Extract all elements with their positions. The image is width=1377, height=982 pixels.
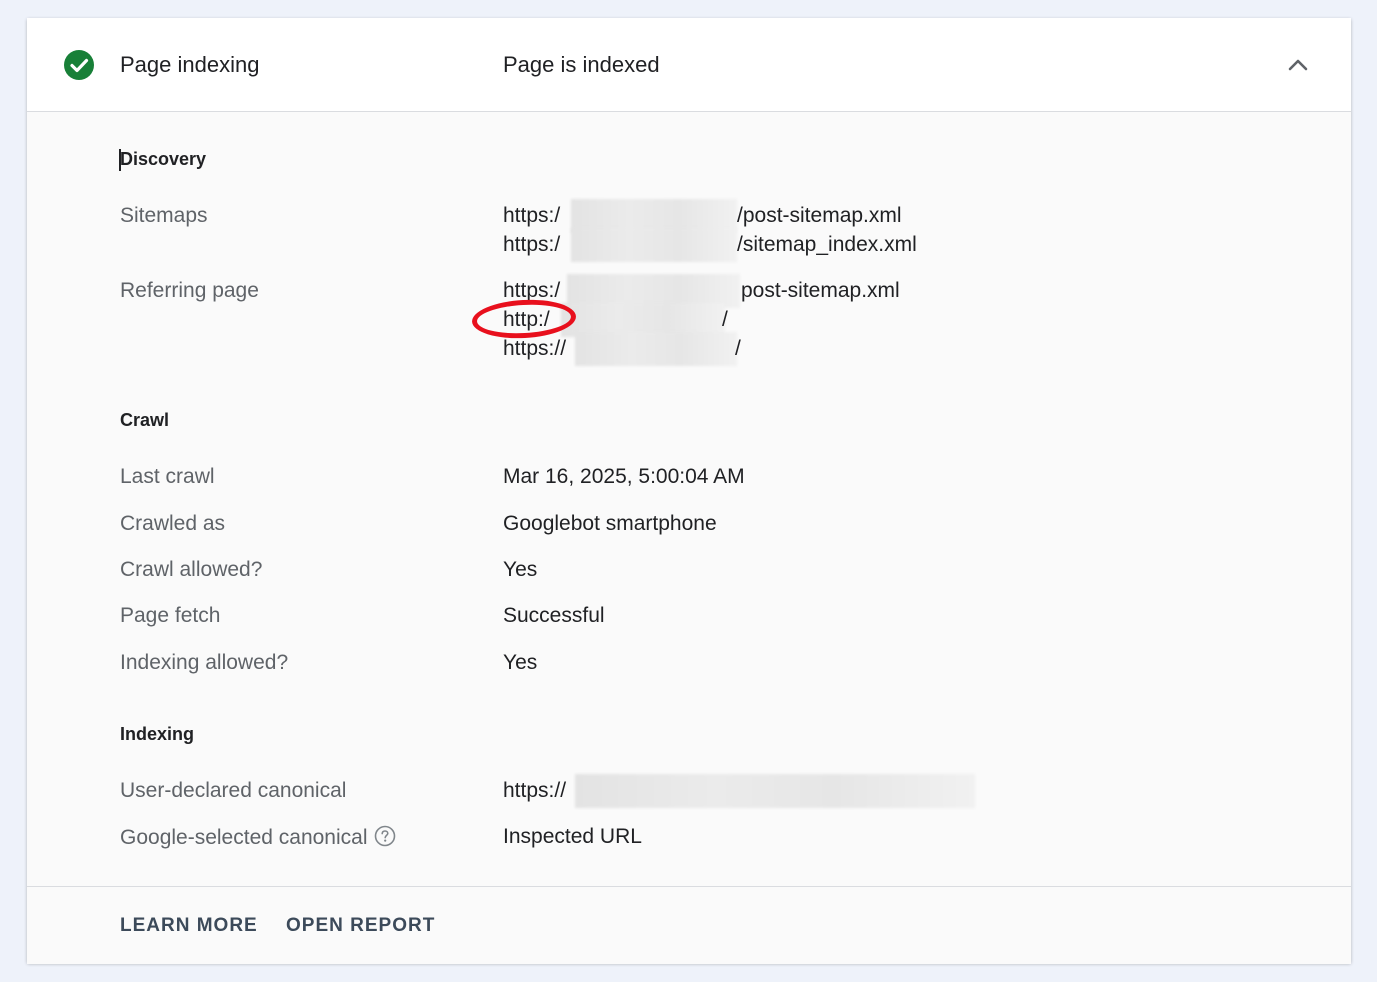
learn-more-button[interactable]: LEARN MORE — [120, 915, 258, 937]
section-title-indexing: Indexing — [120, 724, 195, 744]
help-circle-icon[interactable] — [374, 825, 396, 847]
section-title-crawl: Crawl — [120, 410, 170, 430]
indexing-allowed-label: Indexing allowed? — [120, 651, 289, 674]
crawl-allowed-value: Yes — [503, 558, 538, 581]
google-canonical-value: Inspected URL — [503, 825, 642, 848]
url-prefix: https:// — [503, 779, 567, 802]
card-footer: LEARN MORE OPEN REPORT — [27, 886, 1351, 964]
url-prefix: https:/ — [503, 204, 561, 227]
url-suffix: /sitemap_index.xml — [737, 233, 917, 256]
sitemaps-label: Sitemaps — [120, 204, 208, 227]
referring-page-label: Referring page — [120, 279, 259, 302]
redacted-domain — [571, 228, 737, 262]
last-crawl-value: Mar 16, 2025, 5:00:04 AM — [503, 465, 745, 488]
page-fetch-label: Page fetch — [120, 604, 221, 627]
card-title: Page indexing — [120, 52, 260, 77]
url-suffix: / — [722, 308, 728, 331]
url-suffix: / — [735, 337, 741, 360]
google-canonical-label: Google-selected canonical — [120, 825, 396, 850]
last-crawl-label: Last crawl — [120, 465, 215, 488]
url-suffix: post-sitemap.xml — [741, 279, 900, 302]
url-suffix: /post-sitemap.xml — [737, 204, 902, 227]
redacted-domain — [575, 332, 737, 366]
page-fetch-value: Successful — [503, 604, 605, 627]
crawled-as-label: Crawled as — [120, 512, 226, 535]
url-prefix: https:// — [503, 337, 567, 360]
indexing-status: Page is indexed — [503, 52, 660, 77]
chevron-up-icon[interactable] — [1281, 48, 1315, 82]
user-canonical-label: User-declared canonical — [120, 779, 347, 802]
crawl-allowed-label: Crawl allowed? — [120, 558, 263, 581]
google-canonical-label-text: Google-selected canonical — [120, 826, 368, 849]
open-report-button[interactable]: OPEN REPORT — [286, 915, 435, 937]
page-indexing-card: Page indexing Page is indexed Discovery … — [27, 18, 1351, 964]
section-title-discovery: Discovery — [120, 149, 207, 169]
url-prefix: https:/ — [503, 233, 561, 256]
indexing-allowed-value: Yes — [503, 651, 538, 674]
redacted-domain — [575, 774, 975, 808]
card-header[interactable]: Page indexing Page is indexed — [27, 18, 1351, 112]
check-circle-icon — [64, 50, 94, 80]
crawled-as-value: Googlebot smartphone — [503, 512, 717, 535]
